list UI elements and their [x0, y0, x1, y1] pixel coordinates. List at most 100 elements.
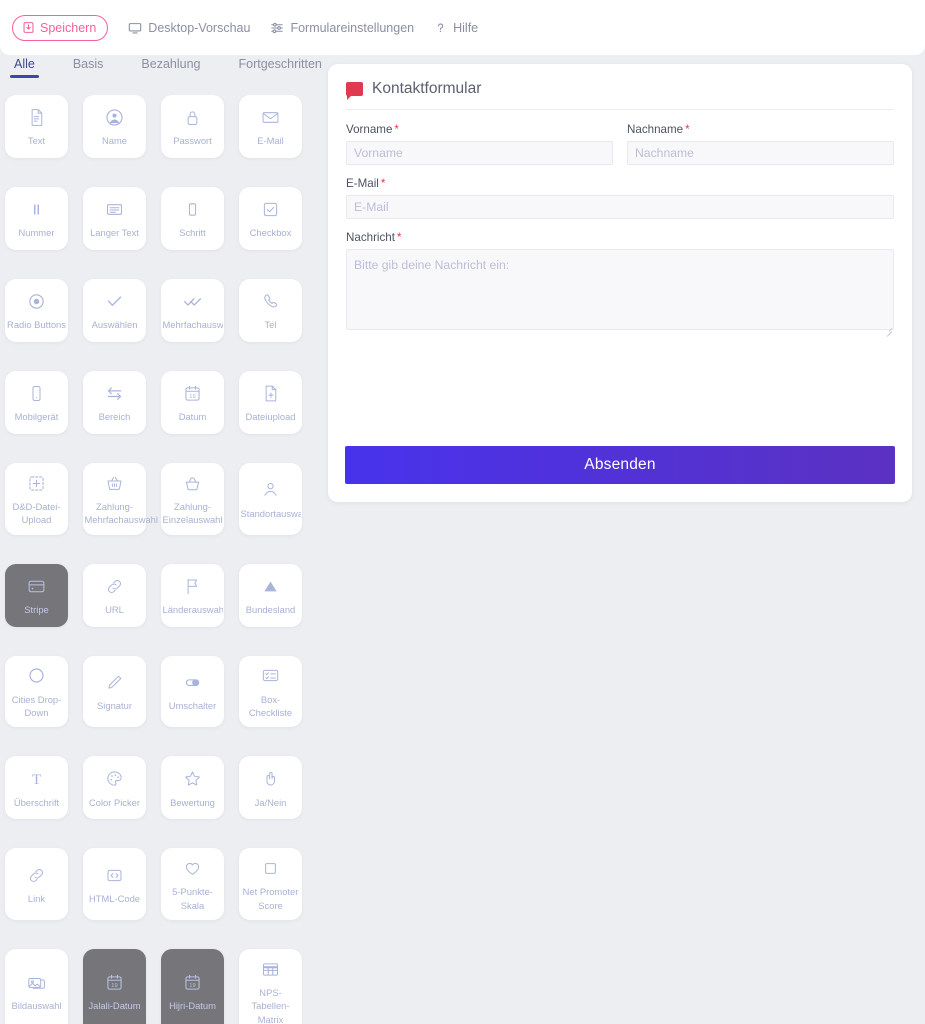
document-text-icon	[26, 106, 47, 128]
palette-tile-5-punkte-skala[interactable]: 5-Punkte-Skala	[161, 848, 224, 921]
top-toolbar: Speichern Desktop-Vorschau Formulareinst…	[0, 0, 925, 55]
double-check-icon	[182, 290, 203, 312]
palette-tile-mobilger-t[interactable]: Mobilgerät	[5, 371, 68, 434]
palette-tile-standortauswahl[interactable]: Standortauswahl	[239, 463, 302, 535]
credit-card-icon	[26, 575, 47, 597]
palette-tile-e-mail[interactable]: E-Mail	[239, 95, 302, 158]
palette-tile-net-promoter-score[interactable]: Net Promoter Score	[239, 848, 302, 921]
nachname-input[interactable]	[627, 141, 894, 165]
save-button-label: Speichern	[40, 20, 97, 35]
palette-tile-passwort[interactable]: Passwort	[161, 95, 224, 158]
tab-alle-label: Alle	[14, 57, 35, 71]
palette-tile-label: Bewertung	[170, 796, 215, 808]
palette-tile-ja-nein[interactable]: Ja/Nein	[239, 756, 302, 820]
palette-tile-d-d-datei-upload[interactable]: D&D-Datei-Upload	[5, 463, 68, 535]
palette-tile-datum[interactable]: 19 Datum	[161, 371, 224, 434]
required-marker: *	[394, 123, 399, 136]
link-chain-icon	[104, 575, 125, 597]
red-speech-bubble-icon	[346, 82, 363, 100]
save-button[interactable]: Speichern	[12, 14, 109, 41]
form-settings-label: Formulareinstellungen	[290, 20, 415, 35]
form-settings-button[interactable]: Formulareinstellungen	[260, 15, 424, 41]
palette-tile-link[interactable]: Link	[5, 848, 68, 921]
shopping-basket-icon	[104, 472, 125, 494]
palette-tile-zahlung-mehrfachauswahl[interactable]: Zahlung-Mehrfachauswahl	[83, 463, 158, 535]
element-palette-sidebar[interactable]: Text Name Passwort E-Mail Nummer Langer Text S…	[0, 95, 320, 1024]
palette-tile-label: Radio Buttons	[7, 319, 66, 331]
user-circle-icon	[104, 106, 125, 128]
palette-tile-url[interactable]: URL	[83, 563, 146, 627]
basket-open-icon	[182, 472, 203, 494]
tab-fortgeschritten-label: Fortgeschritten	[238, 57, 322, 71]
svg-text:19: 19	[189, 983, 195, 989]
palette-tile-box-checkliste[interactable]: Box-Checkliste	[239, 655, 302, 728]
tab-basis[interactable]: Basis	[71, 55, 106, 78]
vorname-input[interactable]	[346, 141, 613, 165]
palette-tile-radio-buttons[interactable]: Radio Buttons	[5, 279, 68, 342]
palette-tile-label: Ja/Nein	[254, 796, 287, 808]
palette-tile-bundesland[interactable]: Bundesland	[239, 563, 302, 627]
palette-tile-label: Color Picker	[88, 796, 141, 808]
palette-tile-label: Umschalter	[168, 700, 217, 712]
tab-alle[interactable]: Alle	[10, 55, 39, 78]
palette-tile-label: Text	[27, 135, 46, 147]
palette-tile-schritt[interactable]: Schritt	[161, 187, 224, 250]
palette-tile-langer-text[interactable]: Langer Text	[83, 187, 146, 250]
help-button[interactable]: Hilfe	[424, 15, 488, 41]
palette-tile-text[interactable]: Text	[5, 95, 68, 158]
pen-icon	[104, 671, 125, 693]
palette-tile-label: Passwort	[173, 135, 212, 147]
palette-tile-tel[interactable]: Tel	[239, 279, 302, 342]
palette-tile-label: Bereich	[98, 411, 131, 423]
palette-tile-bildauswahl[interactable]: Bildauswahl	[5, 949, 68, 1024]
message-textarea-wrapper	[346, 249, 894, 337]
palette-tile-label: Checkbox	[249, 227, 292, 239]
desktop-preview-button[interactable]: Desktop-Vorschau	[118, 15, 260, 41]
envelope-icon	[260, 106, 281, 128]
palette-tile-mehrfachauswahl[interactable]: Mehrfachauswahl	[161, 279, 224, 342]
palette-tile-nps-tabellen-matrix[interactable]: NPS-Tabellen-Matrix	[239, 949, 302, 1024]
tab-bezahlung[interactable]: Bezahlung	[139, 55, 202, 78]
palette-tile-jalali-datum[interactable]: 19 Jalali-Datum	[83, 949, 146, 1024]
star-icon	[182, 768, 203, 790]
required-marker: *	[380, 177, 386, 190]
question-mark-icon	[434, 21, 447, 35]
palette-tile-bereich[interactable]: Bereich	[83, 371, 146, 434]
palette-tile-label: Tel	[264, 319, 277, 331]
phone-handset-icon	[260, 290, 281, 312]
palette-tile-hijri-datum[interactable]: 19 Hijri-Datum	[161, 949, 224, 1024]
palette-tile-html-code[interactable]: HTML-Code	[83, 848, 146, 921]
field-nachname: Nachname *	[627, 123, 894, 165]
palette-tile-zahlung-einzelauswahl[interactable]: Zahlung-Einzelauswahl	[161, 463, 224, 535]
palette-tile-label: Cities Drop-Down	[11, 693, 62, 719]
submit-button[interactable]: Absenden	[345, 446, 895, 484]
field-vorname: Vorname *	[346, 123, 613, 165]
nachricht-textarea[interactable]	[346, 249, 894, 330]
palette-tile-l-nderauswahl[interactable]: Länderauswahl	[161, 563, 224, 627]
palette-tile-signatur[interactable]: Signatur	[83, 655, 146, 728]
palette-tile-checkbox[interactable]: Checkbox	[239, 187, 302, 250]
palette-tile-label: Name	[101, 135, 127, 147]
form-body: Vorname* Nachname* E-Mail*	[346, 110, 894, 337]
link-icon	[26, 864, 47, 886]
palette-tile-name[interactable]: Name	[83, 95, 146, 158]
email-input[interactable]	[346, 195, 894, 219]
field-nachricht-label-text: Nachricht	[346, 231, 395, 244]
form-title: Kontaktformular	[372, 80, 482, 97]
required-marker: *	[685, 123, 690, 136]
palette-tile-umschalter[interactable]: Umschalter	[161, 655, 224, 728]
palette-tile-stripe[interactable]: Stripe	[5, 563, 68, 627]
palette-tile-berschrift[interactable]: T Überschrift	[5, 756, 68, 820]
range-arrows-icon	[104, 382, 125, 404]
dashed-plus-box-icon	[26, 472, 47, 494]
tab-bezahlung-label: Bezahlung	[141, 57, 201, 71]
palette-tile-color-picker[interactable]: Color Picker	[83, 756, 146, 820]
palette-tile-label: Stripe	[24, 604, 49, 616]
palette-tile-cities-drop-down[interactable]: Cities Drop-Down	[5, 655, 68, 728]
palette-tile-nummer[interactable]: Nummer	[5, 187, 68, 250]
palette-tile-bewertung[interactable]: Bewertung	[161, 756, 224, 820]
palette-tile-dateiupload[interactable]: Dateiupload	[239, 371, 302, 434]
tab-basis-label: Basis	[72, 57, 104, 71]
tab-fortgeschritten[interactable]: Fortgeschritten	[237, 55, 324, 78]
palette-tile-ausw-hlen[interactable]: Auswählen	[83, 279, 146, 342]
